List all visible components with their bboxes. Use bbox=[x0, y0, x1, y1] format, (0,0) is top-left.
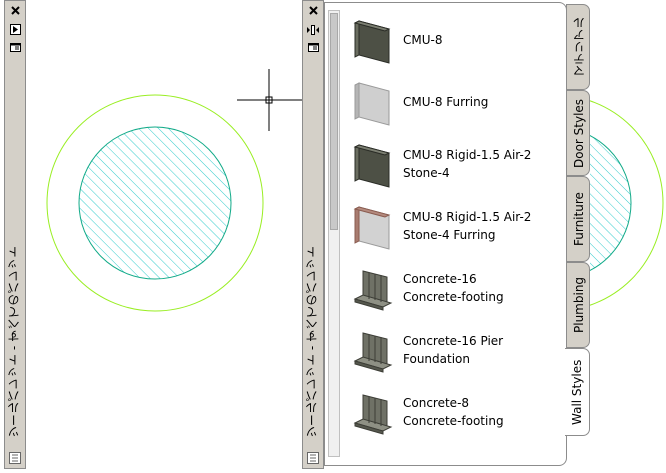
scrollbar[interactable] bbox=[328, 10, 340, 457]
wall-style-thumbnail-icon bbox=[353, 206, 391, 250]
autohide-icon[interactable] bbox=[8, 23, 22, 36]
properties-icon[interactable] bbox=[8, 41, 22, 54]
hatched-circle bbox=[78, 126, 232, 280]
close-icon[interactable] bbox=[306, 4, 320, 17]
footing-thumbnail-icon bbox=[353, 332, 393, 373]
wall-style-thumbnail-icon bbox=[353, 144, 391, 188]
tab-plumbing[interactable]: Plumbing bbox=[566, 262, 590, 348]
footing-thumbnail-icon bbox=[353, 270, 393, 311]
palette-menu-icon[interactable] bbox=[307, 452, 319, 464]
tab-label: Door Styles bbox=[572, 98, 586, 168]
close-icon[interactable] bbox=[8, 4, 22, 17]
left-palette-titlebar[interactable]: ツールパレット - すべてのパレット bbox=[4, 0, 26, 469]
tool-label: Concrete-16 Concrete-footing bbox=[403, 272, 504, 304]
tool-item[interactable]: Concrete-8 Concrete-footing bbox=[345, 381, 565, 443]
wall-style-thumbnail-icon bbox=[353, 20, 391, 64]
tab-furniture[interactable]: Furniture bbox=[566, 176, 590, 262]
footing-thumbnail-icon bbox=[353, 394, 393, 435]
tool-item[interactable]: CMU-8 Rigid-1.5 Air-2 Stone-4 bbox=[345, 133, 565, 195]
tab-label: マテリアル bbox=[572, 17, 587, 77]
palette-title: ツールパレット - すべてのパレット bbox=[305, 246, 319, 438]
tool-label: CMU-8 Rigid-1.5 Air-2 Stone-4 Furring bbox=[403, 210, 532, 242]
wall-style-thumbnail-icon bbox=[354, 82, 390, 126]
tool-item[interactable]: Concrete-16 Pier Foundation bbox=[345, 319, 565, 381]
tool-item[interactable]: CMU-8 Furring bbox=[345, 71, 565, 133]
tool-label: Concrete-16 Pier Foundation bbox=[403, 334, 504, 366]
properties-icon[interactable] bbox=[306, 41, 320, 54]
tab-wall-styles[interactable]: Wall Styles bbox=[565, 348, 590, 436]
scrollbar-thumb[interactable] bbox=[330, 13, 338, 230]
tool-item[interactable]: Concrete-16 Concrete-footing bbox=[345, 257, 565, 319]
autohide-icon[interactable] bbox=[306, 23, 320, 36]
crosshair-cursor bbox=[237, 69, 302, 131]
tool-label: CMU-8 Rigid-1.5 Air-2 Stone-4 bbox=[403, 148, 532, 180]
tool-label: Concrete-8 Concrete-footing bbox=[403, 396, 504, 428]
tab-materials[interactable]: マテリアル bbox=[566, 4, 590, 90]
palette-title: ツールパレット - すべてのパレット bbox=[7, 246, 21, 438]
tab-label: Wall Styles bbox=[570, 359, 584, 425]
tool-item[interactable]: CMU-8 Rigid-1.5 Air-2 Stone-4 Furring bbox=[345, 195, 565, 257]
tab-label: Plumbing bbox=[572, 276, 586, 334]
palette-menu-icon[interactable] bbox=[9, 452, 21, 464]
tool-palette-panel: CMU-8 CMU-8 Furring CMU-8 Rigid-1.5 Air-… bbox=[324, 2, 567, 466]
tool-label: CMU-8 Furring bbox=[403, 95, 489, 109]
tool-item[interactable]: CMU-8 bbox=[345, 9, 565, 71]
tool-label: CMU-8 bbox=[403, 33, 443, 47]
tab-label: Furniture bbox=[572, 192, 586, 246]
tab-door-styles[interactable]: Door Styles bbox=[566, 90, 590, 176]
right-palette-titlebar[interactable]: ツールパレット - すべてのパレット bbox=[302, 0, 324, 469]
